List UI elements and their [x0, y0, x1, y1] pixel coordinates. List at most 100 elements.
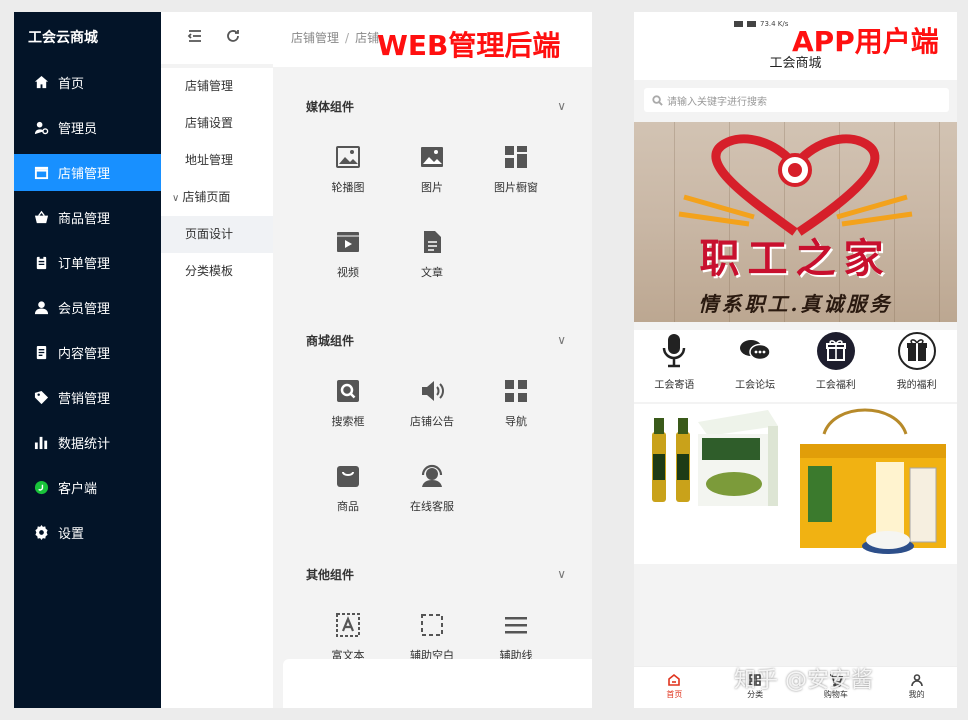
- component-tile[interactable]: 图片: [390, 130, 474, 215]
- shortcut-label: 工会福利: [815, 380, 856, 391]
- section-title: 其他组件: [306, 567, 355, 582]
- component-tile[interactable]: 轮播图: [306, 130, 390, 215]
- sidebar-item-label: 店铺管理: [58, 167, 111, 182]
- search-box-icon: [337, 380, 359, 402]
- chevron-down-icon[interactable]: ∨: [557, 99, 566, 113]
- component-tile[interactable]: 富文本: [306, 598, 390, 662]
- divider-line-icon: [505, 617, 527, 634]
- refresh-icon[interactable]: [225, 28, 241, 48]
- product-showcase[interactable]: [634, 404, 957, 564]
- promo-banner[interactable]: 职工之家 情系职工.真诚服务: [634, 122, 957, 322]
- status-bar: 73.4 K/s: [734, 20, 788, 28]
- sidebar-item-5[interactable]: 会员管理: [14, 289, 161, 326]
- sidebar-item-label: 设置: [58, 527, 85, 542]
- shortcut-union-forum[interactable]: 工会论坛: [715, 330, 796, 402]
- component-label: 商品: [337, 500, 359, 513]
- submenu-item-store-settings[interactable]: 店铺设置: [161, 105, 273, 142]
- sidebar-item-10[interactable]: 设置: [14, 514, 161, 551]
- section-title: 商城组件: [306, 333, 355, 348]
- component-tile[interactable]: 辅助空白: [390, 598, 474, 662]
- sidebar-item-9[interactable]: 客户端: [14, 469, 161, 506]
- document-icon: [33, 345, 49, 361]
- section-header[interactable]: 媒体组件 ∨: [282, 82, 582, 130]
- rich-text-icon: [336, 613, 360, 637]
- banner-title: 职工之家: [699, 235, 892, 282]
- collapse-menu-icon[interactable]: [187, 28, 203, 48]
- shortcut-my-benefits[interactable]: 我的福利: [876, 330, 957, 402]
- component-label: 导航: [505, 415, 527, 428]
- breadcrumb-item[interactable]: 店铺: [355, 31, 379, 45]
- brand-title: 工会云商城: [28, 30, 98, 46]
- sidebar-item-0[interactable]: 首页: [14, 64, 161, 101]
- component-tile[interactable]: 图片橱窗: [474, 130, 558, 215]
- component-label: 店铺公告: [410, 415, 454, 428]
- watermark-text: 知乎 @安安酱: [734, 668, 873, 693]
- section-header[interactable]: 其他组件 ∨: [282, 550, 582, 598]
- main-area: 店铺管理 / 店铺 WEB管理后端 媒体组件 ∨ 轮播图 图片 图片橱窗视频 文章商城组件 ∨ 搜…: [273, 12, 592, 708]
- submenu-item-address[interactable]: 地址管理: [161, 142, 273, 179]
- sidebar: 工会云商城 首页管理员店铺管理商品管理订单管理会员管理内容管理营销管理数据统计客…: [14, 12, 161, 708]
- article-icon: [424, 231, 441, 253]
- submenu-group-store-pages[interactable]: ∨ 店铺页面: [161, 179, 273, 216]
- sidebar-item-7[interactable]: 营销管理: [14, 379, 161, 416]
- breadcrumb-item[interactable]: 店铺管理: [291, 31, 339, 45]
- speaker-icon: [422, 381, 444, 401]
- component-tile[interactable]: 商品: [306, 449, 390, 534]
- component-label: 图片: [421, 181, 443, 194]
- component-label: 视频: [337, 266, 359, 279]
- shortcut-union-benefits[interactable]: 工会福利: [796, 330, 877, 402]
- shortcut-row: 工会寄语 工会论坛 工会福利 我的福利: [634, 330, 957, 402]
- component-tile[interactable]: 搜索框: [306, 364, 390, 449]
- image-icon: [421, 147, 443, 167]
- sidebar-item-2[interactable]: 店铺管理: [14, 154, 161, 191]
- sidebar-item-label: 商品管理: [58, 212, 111, 227]
- clipboard-icon: [33, 255, 49, 271]
- app-phone-screen: 73.4 K/s APP用户端 工会商城 请输入关键字进行搜索 职工之家 情系职…: [634, 12, 957, 708]
- basket-icon: [33, 210, 49, 226]
- section-header[interactable]: 商城组件 ∨: [282, 316, 582, 364]
- panel-footer: [283, 659, 592, 708]
- sidebar-item-4[interactable]: 订单管理: [14, 244, 161, 281]
- sidebar-item-1[interactable]: 管理员: [14, 109, 161, 146]
- admin-user-icon: [33, 120, 49, 136]
- blank-space-icon: [421, 614, 443, 636]
- tag-icon: [33, 390, 49, 406]
- tab-label: 我的: [908, 690, 925, 699]
- web-section-label: WEB管理后端: [377, 29, 561, 62]
- submenu-panel: 店铺管理 店铺设置 地址管理 ∨ 店铺页面 页面设计 分类模板: [161, 12, 273, 708]
- component-tile[interactable]: 辅助线: [474, 598, 558, 662]
- component-tile[interactable]: 店铺公告: [390, 364, 474, 449]
- component-tile[interactable]: 视频: [306, 215, 390, 300]
- bar-chart-icon: [33, 435, 49, 451]
- component-tile[interactable]: 在线客服: [390, 449, 474, 534]
- sidebar-item-8[interactable]: 数据统计: [14, 424, 161, 461]
- submenu-item-category-template[interactable]: 分类模板: [161, 253, 273, 290]
- sidebar-item-6[interactable]: 内容管理: [14, 334, 161, 371]
- store-icon: [33, 165, 49, 181]
- gear-icon: [33, 525, 49, 541]
- tab-home[interactable]: 首页: [634, 667, 715, 708]
- app-search-input[interactable]: 请输入关键字进行搜索: [644, 88, 949, 112]
- submenu-item-store-manage[interactable]: 店铺管理: [161, 68, 273, 105]
- component-tile[interactable]: 文章: [390, 215, 474, 300]
- microphone-icon: [655, 332, 693, 370]
- home-icon: [33, 75, 49, 91]
- component-tile[interactable]: 导航: [474, 364, 558, 449]
- banner-slogan: 情系职工.真诚服务: [698, 292, 893, 316]
- chevron-down-icon[interactable]: ∨: [557, 567, 566, 581]
- video-icon: [337, 232, 359, 252]
- top-bar: 店铺管理 / 店铺 WEB管理后端: [273, 12, 592, 67]
- sidebar-item-label: 营销管理: [58, 392, 111, 407]
- search-placeholder: 请输入关键字进行搜索: [667, 96, 767, 108]
- shortcut-union-message[interactable]: 工会寄语: [634, 330, 715, 402]
- sidebar-item-3[interactable]: 商品管理: [14, 199, 161, 236]
- sidebar-item-label: 管理员: [58, 122, 98, 137]
- submenu-item-page-design[interactable]: 页面设计: [161, 216, 273, 253]
- chevron-down-icon[interactable]: ∨: [557, 333, 566, 347]
- sidebar-item-label: 订单管理: [58, 257, 111, 272]
- section-title: 媒体组件: [306, 99, 355, 114]
- sidebar-item-label: 会员管理: [58, 302, 111, 317]
- goods-icon: [337, 466, 359, 487]
- tab-profile[interactable]: 我的: [876, 667, 957, 708]
- submenu-toolbar: [161, 12, 273, 64]
